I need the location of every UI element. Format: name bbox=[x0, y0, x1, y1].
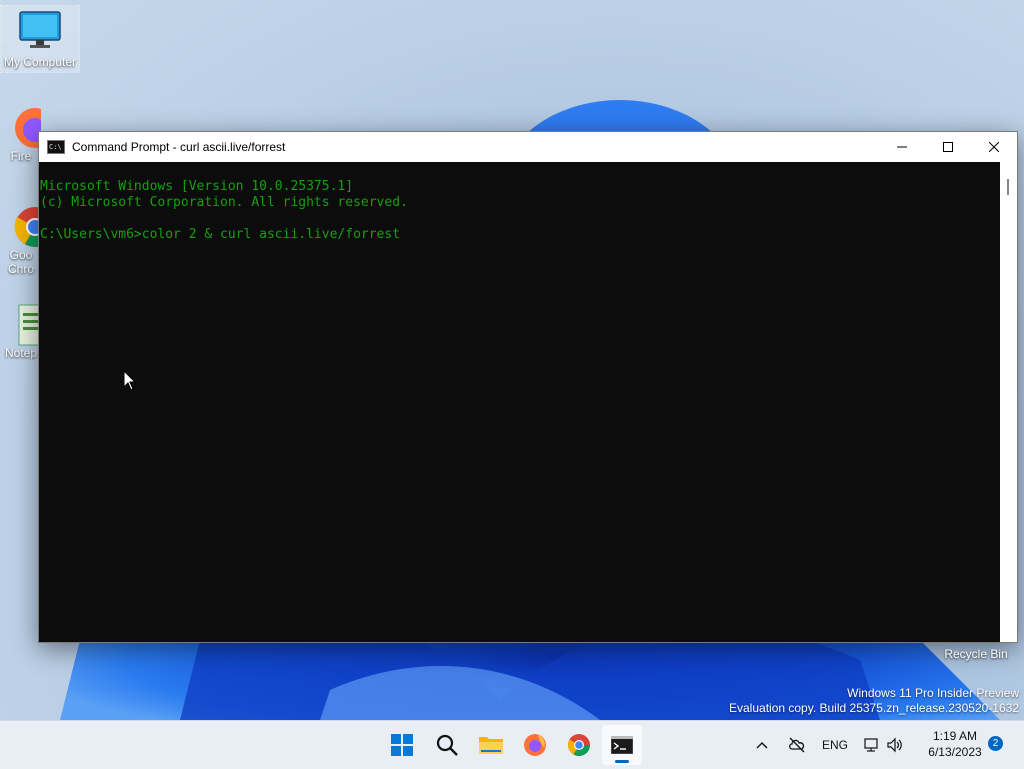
minimize-button[interactable] bbox=[879, 132, 925, 162]
language-indicator[interactable]: ENG bbox=[822, 721, 848, 769]
clock[interactable]: 1:19 AM 6/13/2023 bbox=[910, 728, 1000, 760]
desktop-icon-my-computer[interactable]: My Computer bbox=[0, 5, 80, 73]
firefox-icon bbox=[524, 734, 546, 756]
cloud-offline-icon bbox=[789, 737, 805, 753]
chrome-icon bbox=[14, 207, 41, 247]
mouse-cursor-icon bbox=[123, 370, 137, 391]
desktop-icon-chrome[interactable]: Goo Chro bbox=[1, 203, 41, 276]
language-label: ENG bbox=[822, 738, 849, 752]
close-button[interactable] bbox=[971, 132, 1017, 162]
network-status-button[interactable] bbox=[788, 721, 806, 769]
maximize-icon bbox=[943, 142, 953, 152]
taskbar: ENG 1:19 AM 6/13/2023 bbox=[0, 720, 1024, 769]
search-icon bbox=[436, 734, 458, 756]
notification-badge[interactable]: 2 bbox=[988, 736, 1003, 751]
command-prompt-button[interactable] bbox=[602, 725, 642, 765]
volume-button[interactable] bbox=[887, 721, 903, 769]
show-hidden-icons-button[interactable] bbox=[756, 721, 768, 769]
file-explorer-icon bbox=[479, 737, 503, 754]
minimize-icon bbox=[897, 146, 907, 148]
speaker-icon bbox=[887, 737, 902, 753]
notification-count: 2 bbox=[992, 738, 999, 749]
console-output[interactable]: Microsoft Windows [Version 10.0.25375.1]… bbox=[39, 162, 1000, 643]
desktop-icon-label: Recycle Bin bbox=[944, 647, 1008, 661]
start-icon bbox=[391, 734, 413, 756]
command-prompt-icon bbox=[611, 736, 633, 754]
desktop-icon-recycle-bin[interactable]: Recycle Bin bbox=[936, 647, 1016, 661]
monitor-icon bbox=[19, 11, 61, 48]
chevron-up-icon bbox=[756, 742, 768, 749]
start-button[interactable] bbox=[382, 725, 422, 765]
desktop-icon-label: Notep bbox=[4, 346, 38, 360]
command-prompt-window[interactable]: C:\ Command Prompt - curl ascii.live/for… bbox=[38, 131, 1018, 643]
command-prompt-icon: C:\ bbox=[47, 140, 65, 154]
desktop-icon-label: Goo Chro bbox=[7, 248, 34, 276]
firefox-icon bbox=[15, 108, 41, 148]
notepad-icon bbox=[18, 304, 41, 346]
file-explorer-button[interactable] bbox=[471, 725, 511, 765]
desktop-icon-notepad[interactable]: Notep bbox=[1, 303, 41, 360]
title-bar[interactable]: C:\ Command Prompt - curl ascii.live/for… bbox=[39, 132, 1017, 162]
window-title: Command Prompt - curl ascii.live/forrest bbox=[72, 140, 286, 154]
maximize-button[interactable] bbox=[925, 132, 971, 162]
console-line: Microsoft Windows [Version 10.0.25375.1] bbox=[40, 179, 354, 194]
console-line: C:\Users\vm6>color 2 & curl ascii.live/f… bbox=[40, 227, 401, 242]
chrome-button[interactable] bbox=[559, 725, 599, 765]
active-indicator bbox=[615, 760, 629, 763]
firefox-button[interactable] bbox=[515, 725, 555, 765]
search-button[interactable] bbox=[427, 725, 467, 765]
windows-watermark: Windows 11 Pro Insider Preview Evaluatio… bbox=[729, 686, 1019, 716]
chrome-icon bbox=[568, 734, 590, 756]
watermark-line: Windows 11 Pro Insider Preview bbox=[847, 686, 1019, 700]
clock-date: 6/13/2023 bbox=[928, 745, 982, 759]
network-button[interactable] bbox=[864, 721, 880, 769]
clock-time: 1:19 AM bbox=[932, 729, 978, 743]
close-icon bbox=[989, 142, 999, 152]
network-icon bbox=[864, 738, 878, 752]
desktop-icon-firefox[interactable]: Fire bbox=[1, 104, 41, 163]
desktop-icon-label: My Computer bbox=[3, 55, 77, 69]
watermark-line: Evaluation copy. Build 25375.zn_release.… bbox=[729, 701, 1019, 715]
vertical-scrollbar[interactable] bbox=[1000, 162, 1017, 642]
scrollbar-thumb[interactable] bbox=[1007, 179, 1009, 195]
console-line: (c) Microsoft Corporation. All rights re… bbox=[40, 195, 408, 210]
